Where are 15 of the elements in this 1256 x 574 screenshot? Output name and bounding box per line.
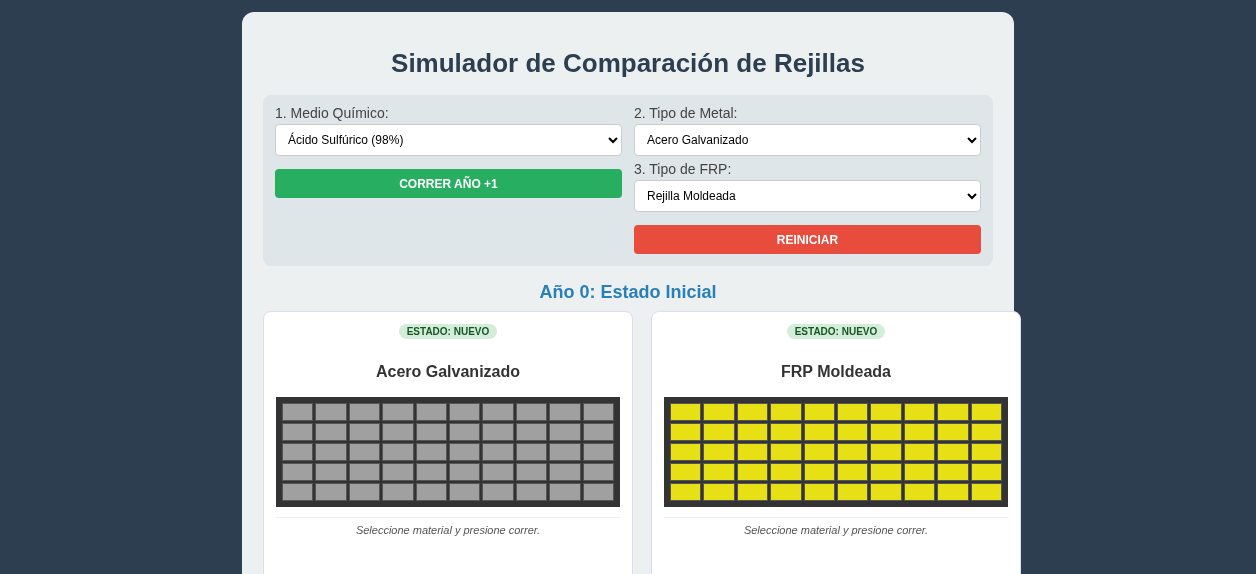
field-label: 1. Medio Químico:	[275, 105, 390, 121]
action-button[interactable]: REINICIAR	[634, 225, 981, 254]
field-label: 2. Tipo de Metal:	[634, 105, 739, 121]
select-field[interactable]: Acero Galvanizado	[634, 124, 981, 156]
status-badge: ESTADO: NUEVO	[786, 324, 886, 339]
material-name: FRP Moldeada	[781, 363, 891, 381]
status-note: Seleccione material y presione correr.	[355, 524, 541, 536]
material-name: Acero Galvanizado	[375, 363, 520, 381]
page-title: Simulador de Comparación de Rejillas	[390, 48, 866, 79]
status-badge: ESTADO: NUEVO	[398, 324, 498, 339]
field-label: 3. Tipo de FRP:	[634, 161, 733, 177]
status-note: Seleccione material y presione correr.	[743, 524, 929, 536]
year-heading: Año 0: Estado Inicial	[538, 282, 718, 303]
select-field[interactable]: Rejilla Moldeada	[634, 180, 981, 212]
select-field[interactable]: Ácido Sulfúrico (98%)	[275, 124, 622, 156]
